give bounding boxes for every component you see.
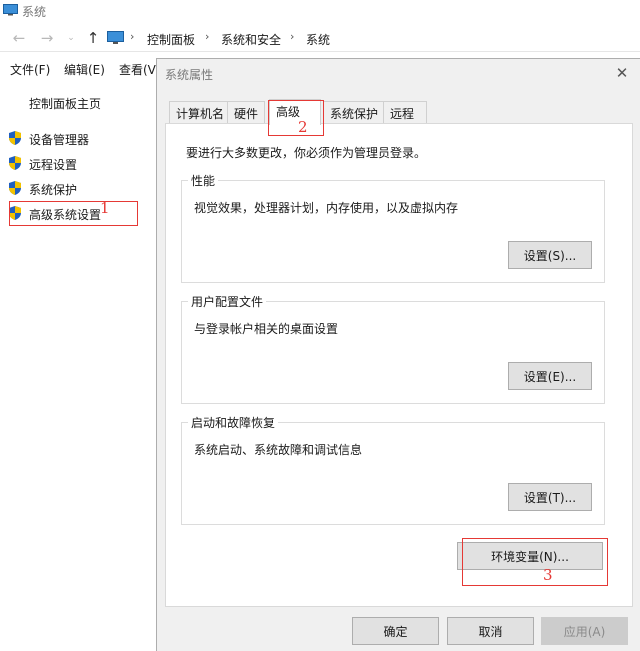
menu-edit[interactable]: 编辑(E) (64, 61, 105, 78)
breadcrumb-system[interactable]: 系统 (306, 31, 330, 48)
startup-recovery-group: 启动和故障恢复 系统启动、系统故障和调试信息 设置(T)... (181, 414, 605, 525)
ok-button[interactable]: 确定 (352, 617, 439, 645)
annotation-number-3: 3 (543, 566, 553, 584)
annotation-number-1: 1 (100, 199, 110, 217)
group-desc-startup-recovery: 系统启动、系统故障和调试信息 (194, 443, 363, 457)
advanced-tab-panel: 要进行大多数更改，你必须作为管理员登录。 性能 视觉效果，处理器计划，内存使用，… (165, 123, 633, 607)
menu-view[interactable]: 查看(V) (119, 61, 161, 78)
annotation-box-env-variables (462, 538, 608, 586)
uac-shield-icon (9, 131, 21, 145)
performance-settings-button[interactable]: 设置(S)... (508, 241, 592, 269)
group-label-user-profiles: 用户配置文件 (188, 293, 267, 310)
group-label-performance: 性能 (188, 172, 219, 189)
breadcrumb-separator-icon: › (130, 30, 135, 43)
recent-dropdown-icon[interactable]: ⌄ (62, 29, 80, 47)
computer-monitor-icon (107, 31, 124, 44)
close-icon[interactable]: ✕ (611, 63, 633, 83)
group-label-startup-recovery: 启动和故障恢复 (188, 414, 279, 431)
sidebar-system-protection[interactable]: 系统保护 (29, 181, 77, 198)
tab-remote[interactable]: 远程 (383, 101, 427, 123)
annotation-box-advanced-tab (268, 100, 324, 136)
window-title: 系统 (22, 5, 47, 19)
tab-computer-name[interactable]: 计算机名 (169, 101, 232, 123)
annotation-box-advanced-settings (9, 201, 138, 226)
back-arrow-icon[interactable]: ← (10, 29, 28, 47)
dialog-title: 系统属性 (165, 68, 214, 82)
tab-system-protection[interactable]: 系统保护 (323, 101, 386, 123)
admin-notice: 要进行大多数更改，你必须作为管理员登录。 (186, 146, 427, 160)
group-desc-performance: 视觉效果，处理器计划，内存使用，以及虚拟内存 (194, 201, 459, 215)
performance-group: 性能 视觉效果，处理器计划，内存使用，以及虚拟内存 设置(S)... (181, 172, 605, 283)
apply-button[interactable]: 应用(A) (541, 617, 628, 645)
uac-shield-icon (9, 156, 21, 170)
breadcrumb-separator-icon: › (290, 30, 295, 43)
annotation-number-2: 2 (298, 118, 308, 136)
breadcrumb-system-security[interactable]: 系统和安全 (221, 31, 281, 48)
forward-arrow-icon[interactable]: → (38, 29, 56, 47)
sidebar-device-manager[interactable]: 设备管理器 (29, 131, 89, 148)
menu-file[interactable]: 文件(F) (10, 61, 50, 78)
system-properties-dialog: 系统属性 ✕ 计算机名 硬件 高级 系统保护 远程 2 要进行大多数更改，你必须… (156, 58, 640, 651)
user-profiles-group: 用户配置文件 与登录帐户相关的桌面设置 设置(E)... (181, 293, 605, 404)
tab-hardware[interactable]: 硬件 (227, 101, 266, 123)
breadcrumb-control-panel[interactable]: 控制面板 (147, 31, 195, 48)
sidebar-control-panel-home[interactable]: 控制面板主页 (29, 95, 101, 112)
window-titlebar: 系统 (0, 0, 640, 22)
up-arrow-icon[interactable]: ↑ (84, 29, 102, 47)
computer-monitor-icon (3, 4, 18, 16)
cancel-button[interactable]: 取消 (447, 617, 534, 645)
group-desc-user-profiles: 与登录帐户相关的桌面设置 (194, 322, 339, 336)
startup-recovery-settings-button[interactable]: 设置(T)... (508, 483, 592, 511)
sidebar-remote-settings[interactable]: 远程设置 (29, 156, 77, 173)
breadcrumb-separator-icon: › (205, 30, 210, 43)
uac-shield-icon (9, 181, 21, 195)
address-bar: ← → ⌄ ↑ › 控制面板 › 系统和安全 › 系统 (0, 26, 640, 52)
user-profiles-settings-button[interactable]: 设置(E)... (508, 362, 592, 390)
